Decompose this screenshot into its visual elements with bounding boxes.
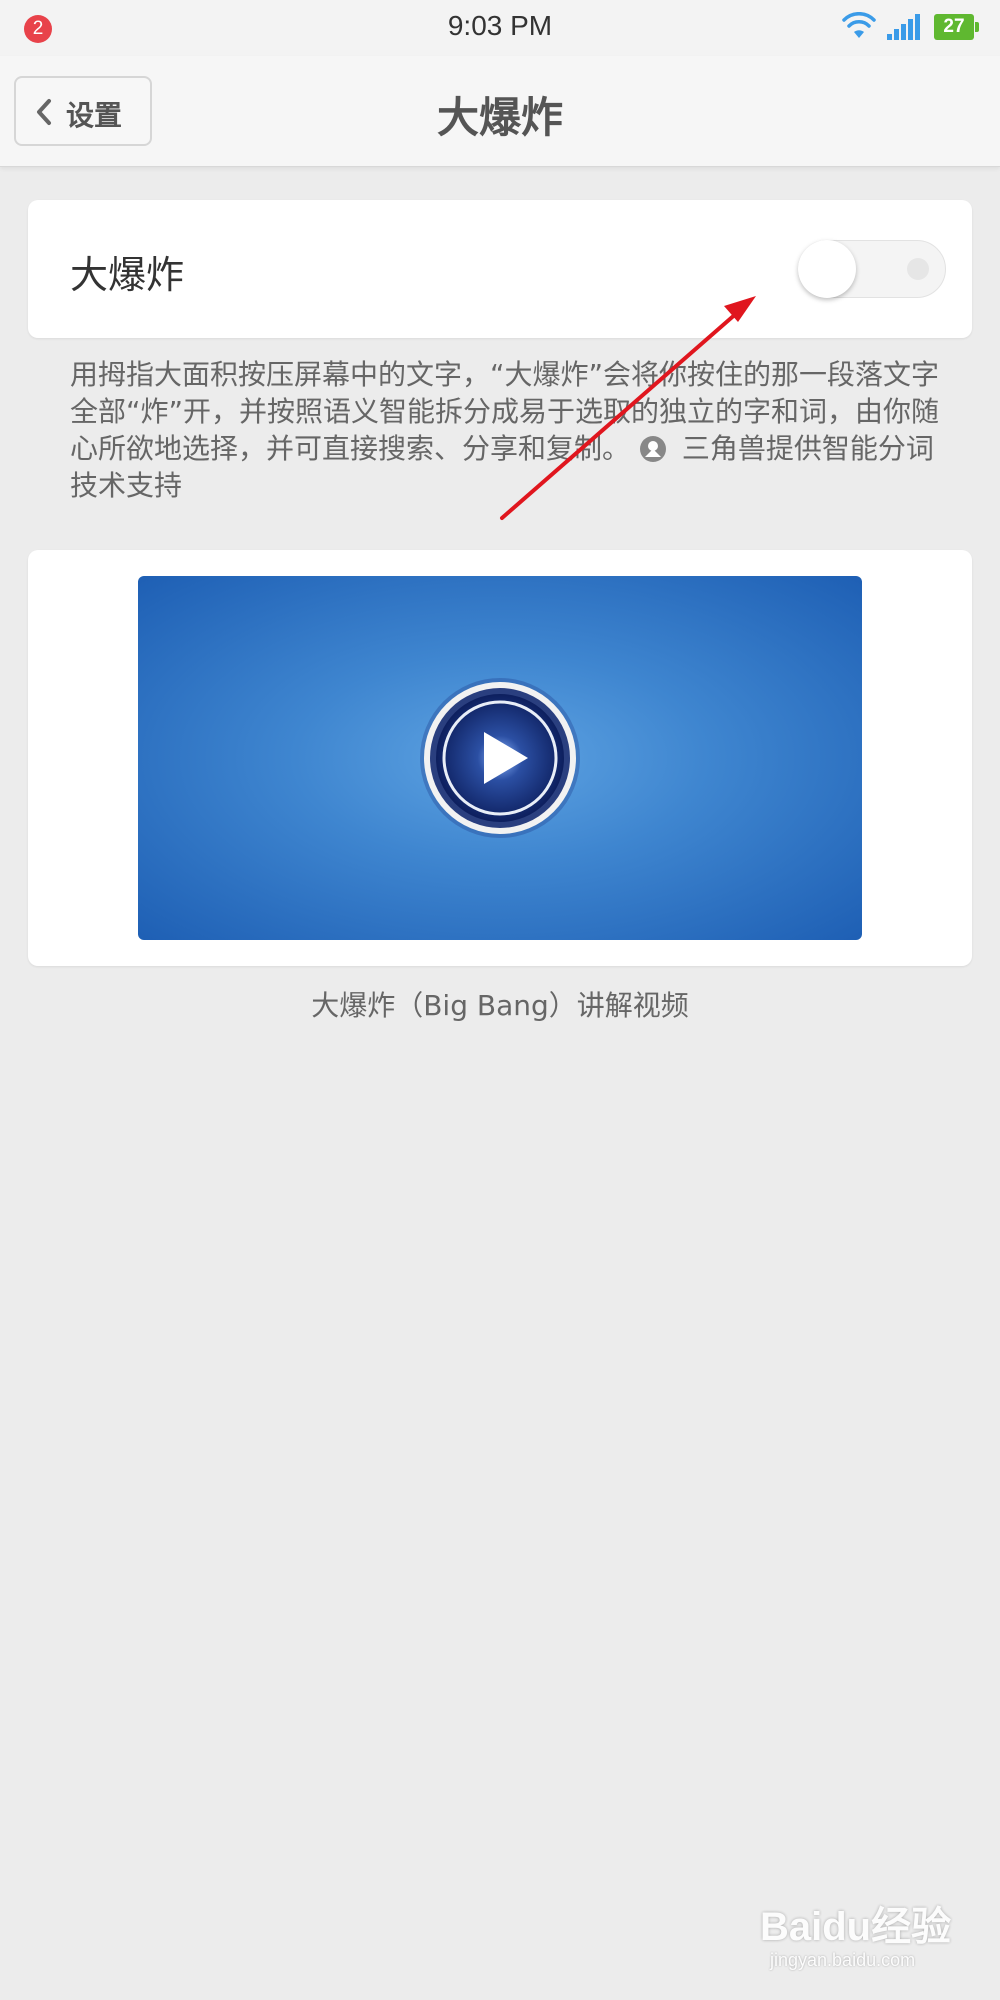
baidu-watermark: Baidu经验 jingyan.baidu.com xyxy=(760,1894,980,1984)
toggle-off-indicator xyxy=(907,258,929,280)
watermark-url: jingyan.baidu.com xyxy=(770,1950,916,1970)
watermark-logo: Baidu经验 xyxy=(760,1905,952,1949)
wifi-icon xyxy=(842,12,876,38)
toggle-knob[interactable] xyxy=(798,240,856,298)
video-card xyxy=(28,550,972,966)
title-bar: 设置 大爆炸 xyxy=(0,56,1000,167)
video-caption: 大爆炸（Big Bang）讲解视频 xyxy=(311,989,689,1022)
page-title: 大爆炸 xyxy=(436,93,563,142)
provider-logo-icon xyxy=(639,436,666,462)
feature-description: 用拇指大面积按压屏幕中的文字，“大爆炸”会将你按住的那一段落文字全部“炸”开，并… xyxy=(70,356,940,504)
toggle-label: 大爆炸 xyxy=(70,253,185,297)
play-icon[interactable] xyxy=(418,676,582,840)
signal-icon xyxy=(887,14,920,40)
big-bang-toggle-switch[interactable] xyxy=(798,240,946,298)
status-bar: 2 9:03 PM 27 xyxy=(0,0,1000,56)
big-bang-toggle-card: 大爆炸 xyxy=(28,200,972,338)
video-thumbnail[interactable] xyxy=(138,576,862,940)
battery-icon: 27 xyxy=(934,14,979,40)
